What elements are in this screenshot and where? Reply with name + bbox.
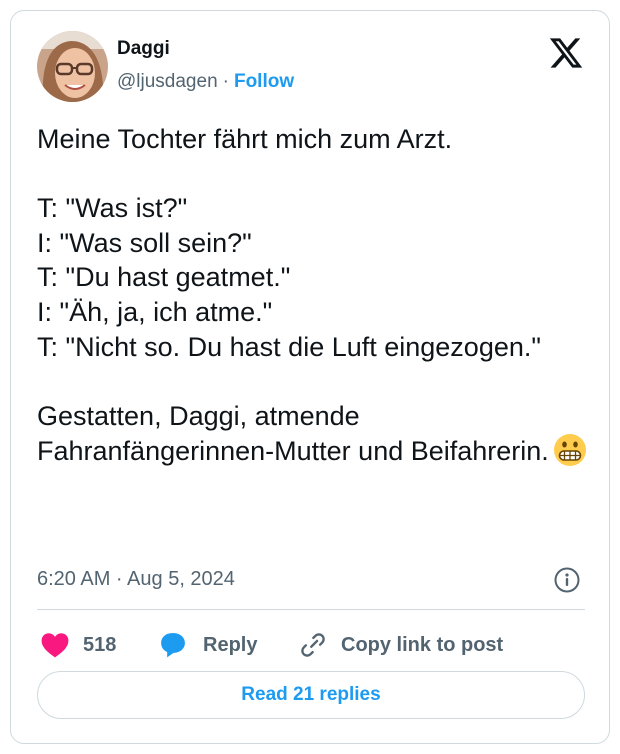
copy-link-label: Copy link to post (341, 633, 504, 656)
reply-button[interactable]: Reply (159, 625, 257, 665)
author-handle-row: @ljusdagen · Follow (117, 71, 294, 93)
tweet-card: Daggi @ljusdagen · Follow Meine Tochter fä… (10, 10, 610, 744)
info-icon[interactable] (553, 566, 581, 594)
like-button[interactable]: 518 (41, 625, 116, 665)
author-handle[interactable]: @ljusdagen (117, 71, 218, 92)
x-logo-icon[interactable] (547, 35, 585, 71)
heart-icon (41, 633, 69, 658)
tweet-timestamp[interactable]: 6:20 AM · Aug 5, 2024 (37, 568, 235, 591)
grimacing-face-icon (553, 433, 587, 467)
action-bar: 518 Reply Copy link to post (37, 625, 585, 665)
separator-dot: · (222, 71, 229, 92)
follow-button[interactable]: Follow (234, 71, 294, 92)
author-name[interactable]: Daggi (117, 38, 170, 60)
link-icon (301, 633, 325, 657)
reply-bubble-icon (161, 633, 185, 658)
reply-label: Reply (203, 633, 258, 656)
like-count: 518 (83, 633, 117, 656)
tweet-text: Meine Tochter fährt mich zum Arzt. T: "W… (37, 122, 597, 469)
copy-link-button[interactable]: Copy link to post (299, 625, 503, 665)
divider (37, 609, 585, 610)
avatar[interactable] (37, 31, 108, 102)
tweet-body: Meine Tochter fährt mich zum Arzt. T: "W… (37, 124, 549, 467)
read-replies-button[interactable]: Read 21 replies (37, 671, 585, 719)
